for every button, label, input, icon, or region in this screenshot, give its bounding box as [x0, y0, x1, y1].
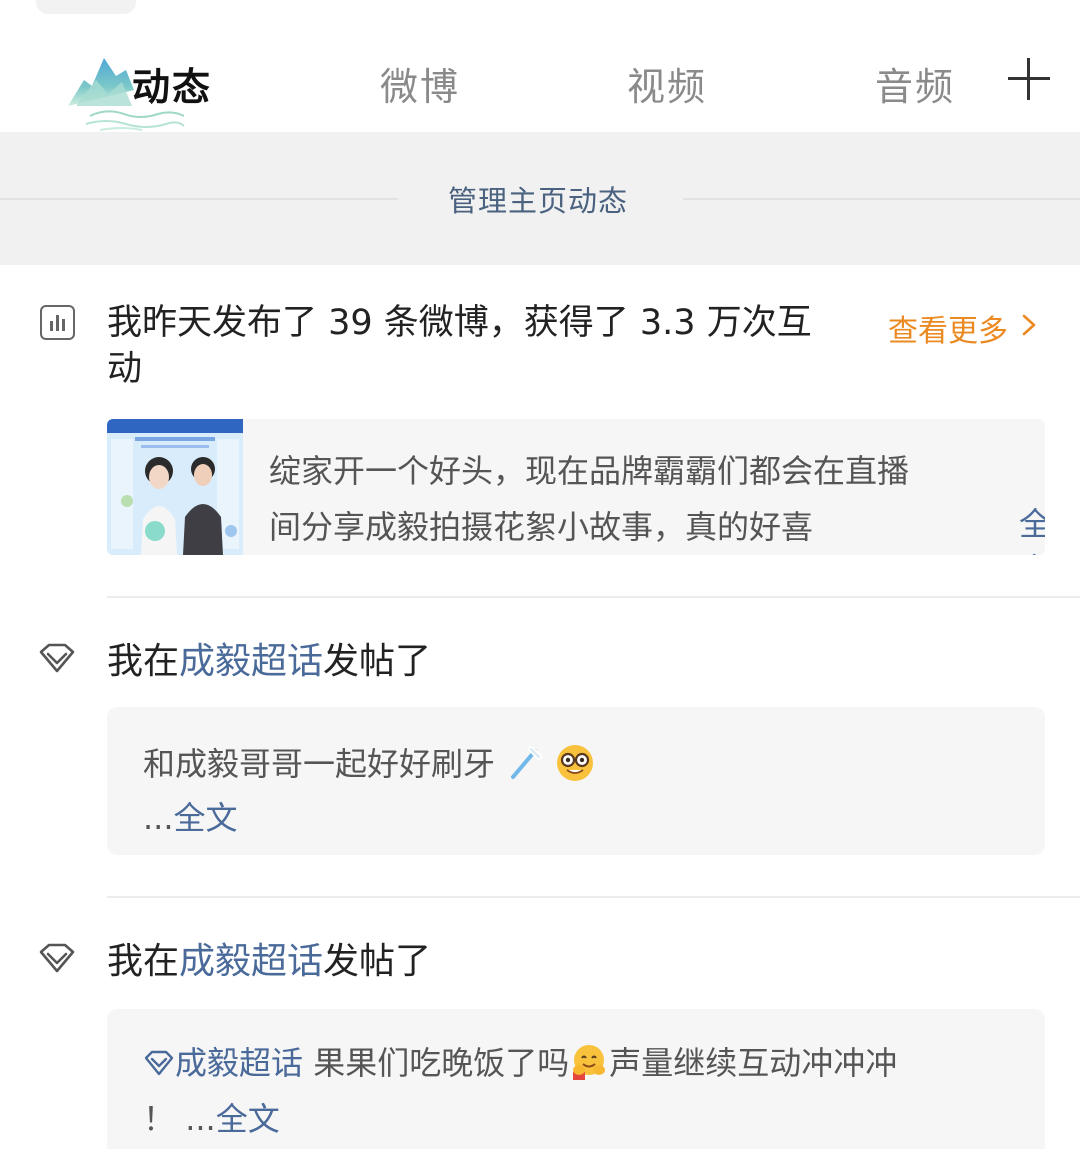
activity-header: 我在成毅超话发帖了 [107, 632, 431, 684]
tab-weibo[interactable]: 微博 [380, 56, 460, 111]
full-text-link[interactable]: 全文 [1019, 499, 1045, 555]
feed-divider [107, 596, 1080, 598]
hugging-face-emoji-icon [573, 1045, 606, 1080]
ellipsis: ... [143, 799, 174, 837]
divider-left [0, 198, 398, 200]
chevron-right-icon[interactable] [1018, 313, 1040, 337]
manage-dynamics-band: 管理主页动态 [0, 132, 1080, 265]
supertopic-link[interactable]: 成毅超话 [179, 641, 323, 682]
stats-summary-line2: 动 [107, 349, 143, 389]
plus-icon[interactable] [1008, 58, 1050, 100]
activity-prefix: 我在 [107, 641, 180, 682]
bar-chart-icon [40, 305, 75, 340]
activity-post-card[interactable]: 成毅超话 果果们吃晚饭了吗 声量继续互动冲冲冲 ！ ...全文 [107, 1009, 1045, 1149]
stats-summary: 我昨天发布了 39 条微博，获得了 3.3 万次互 动 [107, 300, 857, 392]
full-text-link[interactable]: 全文 [216, 1100, 280, 1138]
top-partial-bar [0, 0, 1080, 18]
post-content-b: 声量继续互动冲冲冲 [609, 1044, 898, 1082]
post-content-a: 果果们吃晚饭了吗 [313, 1044, 570, 1082]
post-thumbnail[interactable] [107, 419, 243, 555]
profile-tab-bar: 动态 微博 视频 音频 [0, 40, 1080, 132]
text-fade [873, 497, 913, 547]
top-partial-button[interactable] [36, 0, 136, 14]
supertopic-link[interactable]: 成毅超话 [179, 941, 323, 982]
nerd-face-emoji-icon [557, 745, 594, 781]
tab-video[interactable]: 视频 [627, 56, 707, 111]
toothbrush-emoji-icon [511, 746, 543, 779]
full-text-link[interactable]: 全文 [174, 799, 238, 837]
tab-dynamics[interactable]: 动态 [132, 56, 212, 111]
activity-post-card[interactable]: 和成毅哥哥一起好好刷牙 ...全文 [107, 707, 1045, 855]
feed-divider [107, 896, 1080, 898]
inline-supertopic-link[interactable]: 成毅超话 [175, 1044, 303, 1082]
divider-right [683, 198, 1080, 200]
activity-post-text: 成毅超话 果果们吃晚饭了吗 声量继续互动冲冲冲 ！ ...全文 [143, 1035, 1023, 1147]
activity-suffix: 发帖了 [323, 641, 432, 682]
stats-summary-line1: 我昨天发布了 39 条微博，获得了 3.3 万次互 [107, 303, 812, 343]
activity-header: 我在成毅超话发帖了 [107, 932, 431, 984]
post-content-c: ！ [143, 1100, 176, 1138]
ellipsis: ... [185, 1100, 216, 1138]
activity-prefix: 我在 [107, 941, 180, 982]
supertopic-diamond-icon [144, 1050, 174, 1076]
shared-post-card[interactable]: 绽家开一个好头，现在品牌霸霸们都会在直播 间分享成毅拍摄花絮小故事，真的好喜 全… [107, 419, 1045, 555]
view-more-link[interactable]: 查看更多 [888, 306, 1008, 350]
shared-post-line1: 绽家开一个好头，现在品牌霸霸们都会在直播 [269, 452, 910, 490]
activity-suffix: 发帖了 [323, 941, 432, 982]
tab-audio[interactable]: 音频 [875, 56, 955, 111]
manage-dynamics-link[interactable]: 管理主页动态 [448, 178, 628, 220]
supertopic-diamond-icon [39, 643, 75, 673]
post-content: 和成毅哥哥一起好好刷牙 [143, 745, 496, 783]
activity-post-text: 和成毅哥哥一起好好刷牙 ...全文 [143, 737, 1023, 845]
supertopic-diamond-icon [39, 943, 75, 973]
